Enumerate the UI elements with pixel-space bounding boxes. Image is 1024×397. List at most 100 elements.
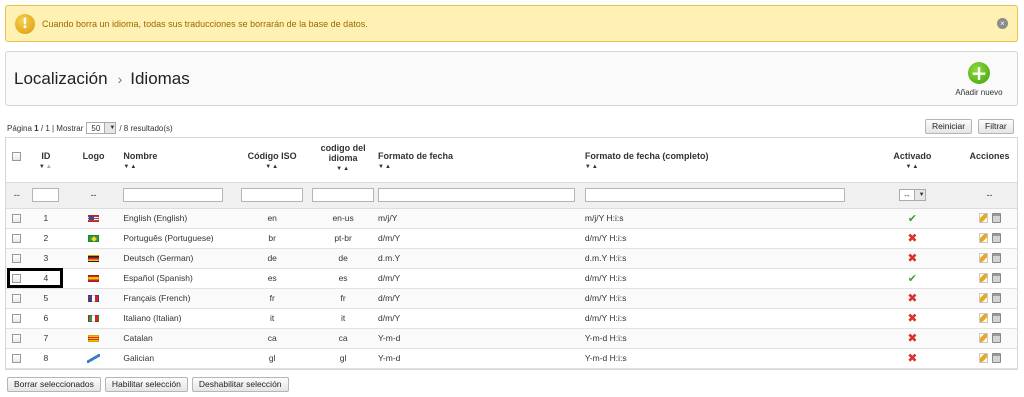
chevron-down-icon: ▼ [104, 123, 116, 133]
cross-icon[interactable]: ✖ [907, 231, 917, 245]
edit-icon[interactable] [978, 333, 988, 344]
trash-icon[interactable] [991, 353, 1001, 364]
edit-icon[interactable] [978, 313, 988, 324]
table-row[interactable]: 2 Português (Portuguese) br pt-br d/m/Y d/m/Y… [6, 228, 1017, 249]
col-lang-code[interactable]: codigo del idioma ▼▲ [308, 138, 379, 182]
table-row[interactable]: 6 Italiano (Italian) it it d/m/Y d/m/Y H:i:s ✖ [6, 308, 1017, 329]
filter-name-input[interactable] [123, 188, 224, 202]
filter-date-full-input[interactable] [584, 188, 845, 202]
row-date-format-full: Y-m-d H:i:s [584, 348, 863, 369]
filter-id-input[interactable] [32, 188, 60, 202]
row-actions [962, 228, 1017, 249]
edit-icon[interactable] [978, 253, 988, 264]
per-page-value: 50 [91, 123, 101, 133]
edit-icon[interactable] [978, 233, 988, 244]
row-checkbox[interactable] [12, 294, 22, 304]
row-logo [63, 288, 124, 309]
row-name: Español (Spanish) [123, 268, 237, 289]
row-actions [962, 308, 1017, 329]
sort-icon[interactable]: ▼▲ [863, 164, 962, 170]
row-active: ✖ [862, 308, 963, 329]
sort-icon[interactable]: ▼▲ [308, 166, 378, 172]
check-icon[interactable]: ✔ [908, 212, 917, 225]
trash-icon[interactable] [991, 233, 1001, 244]
row-checkbox[interactable] [12, 274, 22, 284]
row-checkbox[interactable] [12, 214, 22, 224]
sort-icon[interactable]: ▼▲ [28, 164, 64, 170]
disable-selected-button[interactable]: Deshabilitar selección [191, 377, 289, 392]
select-all-checkbox[interactable] [12, 152, 22, 162]
row-select [6, 268, 28, 289]
table-row[interactable]: 4 Español (Spanish) es es d/m/Y d/m/Y H:i:s ✔ [6, 268, 1017, 289]
col-date-format-full[interactable]: Formato de fecha (completo) ▼▲ [584, 138, 863, 182]
trash-icon[interactable] [991, 213, 1001, 224]
filter-iso-input[interactable] [241, 188, 304, 202]
sort-icon[interactable]: ▼▲ [123, 164, 236, 170]
per-page-select[interactable]: 50 ▼ [86, 122, 117, 134]
row-iso: br [236, 228, 309, 249]
filter-lang-code-input[interactable] [312, 188, 375, 202]
table-row[interactable]: 1 English (English) en en-us m/j/Y m/j/Y H:i:… [6, 208, 1017, 229]
table-row[interactable]: 3 Deutsch (German) de de d.m.Y d.m.Y H:i:s ✖ [6, 248, 1017, 269]
trash-icon[interactable] [991, 333, 1001, 344]
filter-active-value: -- [904, 190, 910, 200]
col-date-format[interactable]: Formato de fecha ▼▲ [378, 138, 585, 182]
row-checkbox[interactable] [12, 234, 22, 244]
close-icon[interactable]: × [997, 18, 1008, 29]
check-icon[interactable]: ✔ [908, 272, 917, 285]
col-name[interactable]: Nombre ▼▲ [123, 138, 237, 182]
pager-total: 1 [45, 123, 50, 133]
cross-icon[interactable]: ✖ [907, 251, 917, 265]
table-row[interactable]: 7 Catalan ca ca Y-m-d Y-m-d H:i:s ✖ [6, 328, 1017, 349]
row-select [6, 308, 28, 329]
edit-icon[interactable] [978, 293, 988, 304]
breadcrumb-root[interactable]: Localización [14, 69, 108, 88]
row-checkbox[interactable] [12, 314, 22, 324]
row-iso: es [236, 268, 309, 289]
edit-icon[interactable] [978, 213, 988, 224]
trash-icon[interactable] [991, 313, 1001, 324]
trash-icon[interactable] [991, 293, 1001, 304]
col-active[interactable]: Activado ▼▲ [862, 138, 963, 182]
col-id[interactable]: ID ▼▲ [27, 138, 64, 182]
row-checkbox[interactable] [12, 354, 22, 364]
row-lang-code: es [308, 268, 379, 289]
flag-gl-icon [87, 354, 101, 364]
row-lang-code: en-us [308, 208, 379, 229]
col-lang-code-label-2: idioma [328, 153, 358, 163]
cross-icon[interactable]: ✖ [907, 291, 917, 305]
row-checkbox[interactable] [12, 254, 22, 264]
row-date-format-full: m/j/Y H:i:s [584, 208, 863, 229]
filter-date-input[interactable] [378, 188, 576, 202]
row-date-format: d/m/Y [378, 308, 585, 329]
row-id: 1 [27, 208, 64, 229]
warning-icon: ! [15, 14, 35, 34]
col-iso[interactable]: Código ISO ▼▲ [236, 138, 309, 182]
sort-icon[interactable]: ▼▲ [585, 164, 863, 170]
add-new-button[interactable]: + Añadir nuevo [951, 62, 1007, 100]
col-date-format-full-label: Formato de fecha (completo) [584, 151, 709, 161]
filter-active-select[interactable]: -- ▼ [899, 189, 926, 201]
enable-selected-button[interactable]: Habilitar selección [104, 377, 188, 392]
cross-icon[interactable]: ✖ [907, 311, 917, 325]
filter-button[interactable]: Filtrar [978, 119, 1014, 134]
sort-icon[interactable]: ▼▲ [378, 164, 585, 170]
filter-actions-dash: -- [962, 181, 1017, 209]
cross-icon[interactable]: ✖ [907, 351, 917, 365]
table-row[interactable]: 8 Galician gl gl Y-m-d Y-m-d H:i:s ✖ [6, 348, 1017, 369]
row-iso: gl [236, 348, 309, 369]
row-checkbox[interactable] [12, 334, 22, 344]
edit-icon[interactable] [978, 273, 988, 284]
reset-button[interactable]: Reiniciar [925, 119, 973, 134]
row-iso: fr [236, 288, 309, 309]
cross-icon[interactable]: ✖ [907, 331, 917, 345]
row-date-format: d.m.Y [378, 248, 585, 269]
sort-icon[interactable]: ▼▲ [236, 164, 308, 170]
trash-icon[interactable] [991, 253, 1001, 264]
row-lang-code: ca [308, 328, 379, 349]
delete-selected-button[interactable]: Borrar seleccionados [7, 377, 101, 392]
table-row[interactable]: 5 Français (French) fr fr d/m/Y d/m/Y H:i:s ✖ [6, 288, 1017, 309]
trash-icon[interactable] [991, 273, 1001, 284]
flag-fr-icon [88, 295, 100, 303]
edit-icon[interactable] [978, 353, 988, 364]
